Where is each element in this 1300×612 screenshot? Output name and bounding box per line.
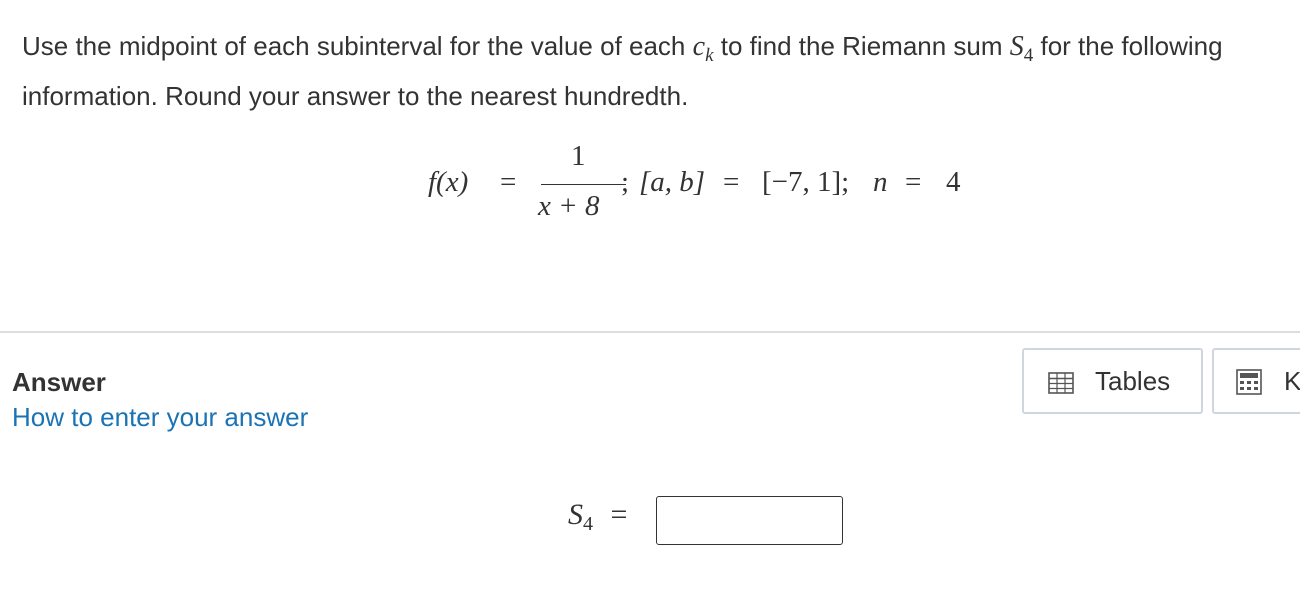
- tables-button[interactable]: Tables: [1022, 348, 1203, 414]
- equals-sign: =: [723, 166, 740, 198]
- function-lhs: f(x): [428, 166, 469, 198]
- calculator-icon: [1236, 369, 1262, 402]
- n-label: n: [873, 166, 888, 198]
- keypad-label: K: [1284, 366, 1300, 396]
- table-icon: [1048, 370, 1074, 401]
- fraction-denominator: x + 8: [538, 190, 600, 222]
- answer-heading: Answer: [12, 367, 106, 397]
- equals-sign: =: [905, 166, 922, 198]
- ck-symbol: ck: [692, 31, 714, 66]
- answer-input[interactable]: [656, 496, 843, 545]
- fraction-numerator: 1: [571, 140, 586, 172]
- riemann-sum-label: S4 =: [568, 498, 628, 535]
- interval-rhs: [−7, 1];: [762, 166, 850, 198]
- tables-label: Tables: [1095, 366, 1171, 396]
- fraction-bar: [541, 184, 626, 185]
- separator: ;: [621, 166, 630, 198]
- interval-lhs: [a, b]: [639, 166, 706, 198]
- how-to-enter-answer-link[interactable]: How to enter your answer: [12, 402, 308, 433]
- s4-symbol: S4: [1009, 31, 1034, 66]
- question-part-1: Use the midpoint of each subinterval for…: [22, 31, 693, 61]
- equals-sign: =: [500, 166, 517, 198]
- keypad-button[interactable]: K: [1212, 348, 1300, 414]
- question-part-2: to find the Riemann sum: [713, 31, 1010, 61]
- n-value: 4: [946, 166, 961, 198]
- section-divider: [0, 331, 1300, 333]
- question-text: Use the midpoint of each subinterval for…: [22, 26, 1292, 116]
